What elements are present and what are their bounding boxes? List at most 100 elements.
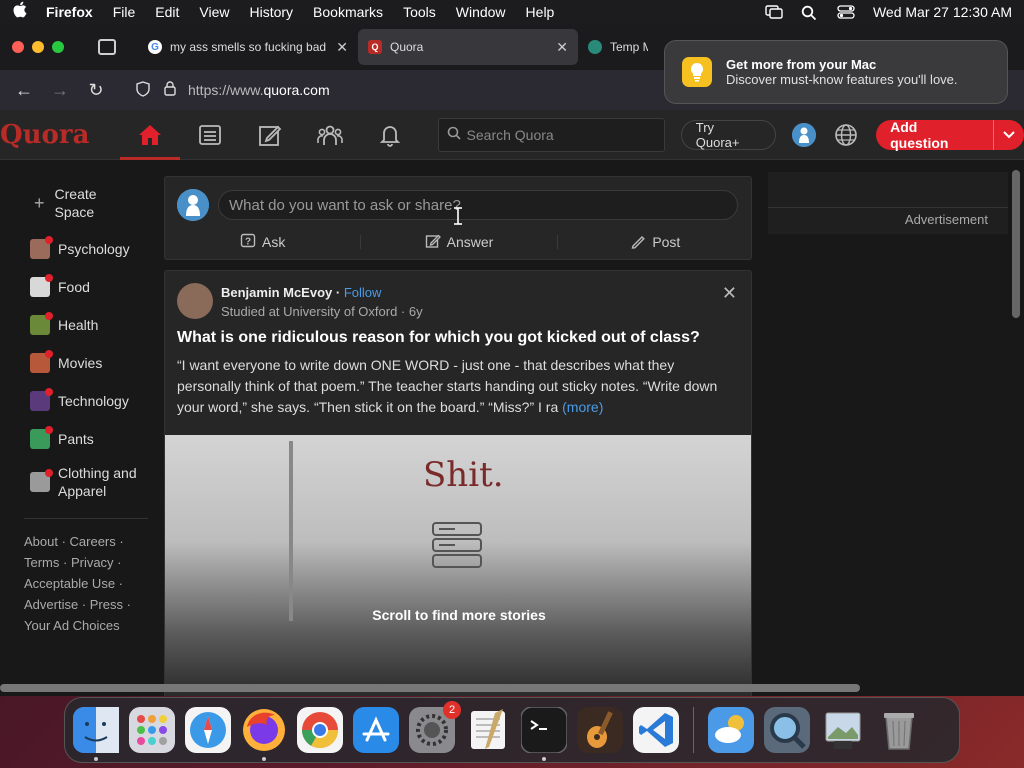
firefox-icon[interactable] [241, 707, 287, 761]
quicktime-icon[interactable] [764, 707, 810, 753]
post-button[interactable]: Post [558, 233, 753, 252]
tab-google[interactable]: G my ass smells so fucking bad - ✕ [138, 29, 358, 65]
sidebar-item-clothing-and-apparel[interactable]: Clothing and Apparel [0, 458, 160, 506]
space-thumbnail [30, 469, 53, 492]
footer-links[interactable]: About · Careers · Terms · Privacy · Acce… [0, 531, 150, 636]
menu-help[interactable]: Help [526, 4, 555, 20]
close-icon[interactable]: ✕ [722, 283, 737, 304]
minimize-window-button[interactable] [32, 41, 44, 53]
control-center-icon[interactable] [837, 5, 855, 19]
sidebar-item-movies[interactable]: Movies [0, 344, 160, 382]
notification-text: Get more from your Mac Discover must-kno… [726, 57, 958, 87]
preview-icon[interactable] [820, 707, 866, 753]
ad-slot[interactable] [768, 172, 1008, 208]
menu-history[interactable]: History [249, 4, 293, 20]
following-feed-icon[interactable] [180, 110, 240, 160]
add-question-button[interactable]: Add question [876, 119, 1024, 151]
horizontal-scrollbar[interactable] [0, 684, 860, 692]
pencil-square-icon [425, 233, 441, 252]
reload-icon[interactable]: ↻ [78, 80, 114, 101]
zoom-window-button[interactable] [52, 41, 64, 53]
notification-body: Discover must-know features you'll love. [726, 72, 958, 87]
space-thumbnail [30, 426, 53, 449]
system-settings-icon[interactable]: 2 [409, 701, 461, 753]
weather-icon[interactable] [708, 707, 754, 753]
menu-view[interactable]: View [199, 4, 229, 20]
tab-list-icon[interactable] [98, 39, 116, 55]
url-text: https://www.quora.com [188, 82, 330, 98]
garageband-icon[interactable] [577, 707, 623, 753]
launchpad-icon[interactable] [129, 707, 175, 753]
close-tab-icon[interactable]: ✕ [556, 39, 568, 56]
spotlight-search-icon[interactable] [801, 5, 819, 21]
tab-title: Quora [390, 40, 424, 54]
macos-notification[interactable]: Get more from your Mac Discover must-kno… [664, 40, 1008, 104]
post-question[interactable]: What is one ridiculous reason for which … [177, 329, 737, 347]
quora-logo[interactable]: Quora [0, 120, 120, 150]
sidebar-item-health[interactable]: Health [0, 306, 160, 344]
ask-button[interactable]: ? Ask [165, 233, 360, 252]
browser-window: G my ass smells so fucking bad - ✕ Q Quo… [0, 24, 1024, 696]
sidebar-item-pants[interactable]: Pants [0, 420, 160, 458]
url-bar[interactable]: https://www.quora.com [128, 74, 618, 106]
terminal-icon[interactable] [520, 706, 568, 761]
menu-edit[interactable]: Edit [155, 4, 179, 20]
follow-link[interactable]: Follow [344, 285, 382, 300]
quora-favicon-icon: Q [368, 40, 382, 54]
menubar-clock[interactable]: Wed Mar 27 12:30 AM [873, 4, 1012, 20]
chrome-icon[interactable] [297, 707, 343, 753]
forward-arrow-icon[interactable]: → [42, 80, 78, 101]
post-excerpt[interactable]: “I want everyone to write down ONE WORD … [177, 355, 741, 418]
globe-language-icon[interactable] [834, 123, 858, 147]
close-window-button[interactable] [12, 41, 24, 53]
menu-window[interactable]: Window [456, 4, 506, 20]
sidebar-item-technology[interactable]: Technology [0, 382, 160, 420]
safari-icon[interactable] [185, 707, 231, 753]
finder-icon[interactable] [73, 707, 119, 761]
answer-button[interactable]: Answer [361, 233, 556, 252]
search-input[interactable]: Search Quora [437, 117, 665, 152]
menu-bookmarks[interactable]: Bookmarks [313, 4, 383, 20]
tab-quora[interactable]: Q Quora ✕ [358, 29, 578, 65]
create-space-button[interactable]: + Create Space [0, 180, 160, 224]
menu-tools[interactable]: Tools [403, 4, 436, 20]
post-image[interactable]: Shit. Scroll to find more stories [165, 435, 751, 696]
spaces-people-icon[interactable] [300, 110, 360, 160]
home-icon[interactable] [119, 110, 180, 160]
trash-icon[interactable] [876, 707, 922, 753]
tab-title: my ass smells so fucking bad - [170, 40, 331, 54]
vscode-icon[interactable] [633, 707, 679, 753]
tab-temp-mail[interactable]: Temp M [578, 29, 658, 65]
spaces-sidebar: + Create Space Psychology Food Health Mo… [0, 160, 160, 636]
quora-nav [119, 110, 420, 160]
more-link[interactable]: (more) [562, 399, 603, 415]
close-tab-icon[interactable]: ✕ [336, 39, 348, 56]
screen-mirroring-icon[interactable] [765, 5, 783, 19]
add-question-label[interactable]: Add question [876, 119, 995, 151]
notifications-bell-icon[interactable] [360, 110, 420, 160]
sidebar-item-food[interactable]: Food [0, 268, 160, 306]
try-quora-plus-button[interactable]: Try Quora+ [680, 119, 777, 150]
textedit-icon[interactable] [465, 707, 511, 753]
author-avatar[interactable] [177, 283, 213, 319]
quora-page: Quora Search Quora Try Quora+ Add questi… [0, 110, 1024, 696]
image-caption-text: Shit. [423, 455, 504, 495]
sidebar-item-label: Pants [58, 431, 94, 447]
answer-edit-icon[interactable] [240, 110, 300, 160]
app-store-icon[interactable] [353, 707, 399, 753]
tracking-shield-icon[interactable] [136, 80, 150, 100]
menu-app-name[interactable]: Firefox [46, 4, 93, 20]
author-name[interactable]: Benjamin McEvoy [221, 285, 332, 300]
menu-file[interactable]: File [113, 4, 136, 20]
sidebar-divider [24, 518, 148, 519]
lock-icon[interactable] [164, 81, 176, 99]
apple-menu-icon[interactable] [12, 1, 28, 23]
back-arrow-icon[interactable]: ← [6, 80, 42, 101]
sidebar-item-label: Movies [58, 355, 103, 371]
sidebar-item-psychology[interactable]: Psychology [0, 230, 160, 268]
chevron-down-icon[interactable] [994, 127, 1024, 143]
vertical-scrollbar[interactable] [1012, 170, 1020, 318]
ask-input[interactable]: What do you want to ask or share? [218, 190, 738, 220]
profile-avatar[interactable] [792, 122, 817, 147]
notification-badge: 2 [443, 701, 461, 719]
